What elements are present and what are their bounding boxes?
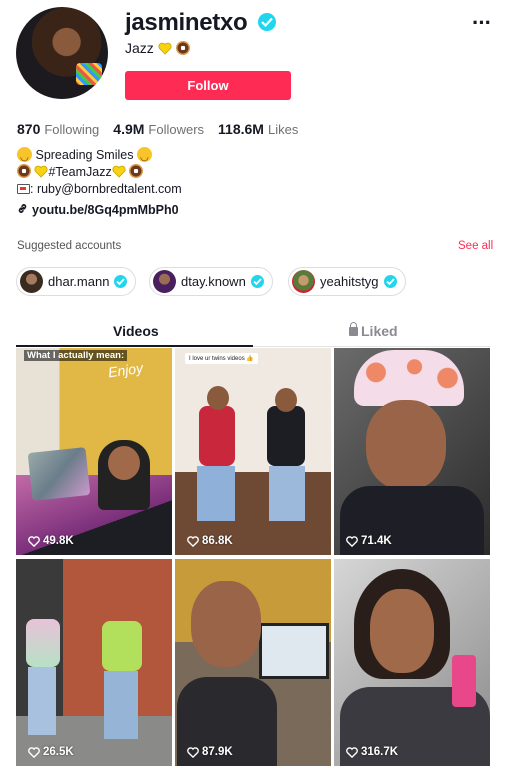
heart-outline-icon [187,535,199,547]
video-views: 26.5K [28,746,74,758]
video-caption: What I actually mean: [24,350,128,361]
link-icon [18,204,27,213]
likes-count: 118.6M [218,121,264,137]
video-thumbnail[interactable]: 26.5K [16,559,172,766]
profile-username: jasminetxo [125,9,248,36]
video-thumbnail[interactable]: 316.7K [334,559,490,766]
donut-icon [17,164,31,178]
followers-label: Followers [148,122,205,137]
following-label: Following [44,122,100,137]
profile-bio: Spreading Smiles #TeamJazz : ruby@bornbr… [17,147,182,198]
video-view-count: 316.7K [361,746,399,758]
bio-line-email: : ruby@bornbredtalent.com [17,181,182,198]
video-thumbnail[interactable]: 71.4K [334,348,490,555]
likes-stat: 118.6M Likes [218,121,298,137]
suggested-account-chip[interactable]: dhar.mann [16,267,137,296]
video-thumbnail[interactable]: I love ur twins videos 👍 86.8K [175,348,331,555]
verified-badge-icon [258,13,276,31]
bio-line-1-text: Spreading Smiles [35,148,134,162]
video-view-count: 86.8K [202,535,233,547]
video-view-count: 87.9K [202,746,233,758]
smile-icon [17,147,32,166]
video-views: 87.9K [187,746,233,758]
bio-line-1: Spreading Smiles [17,147,182,166]
more-options-icon[interactable]: ··· [472,10,492,36]
verified-badge-icon [250,275,264,288]
profile-tabs: Videos Liked [16,317,490,347]
verified-badge-icon [114,275,128,288]
profile-link-text: youtu.be/8Gq4pmMbPh0 [32,203,179,217]
donut-icon [175,41,190,55]
envelope-icon [17,184,30,194]
followers-stat[interactable]: 4.9M Followers [113,121,204,137]
bio-line-2: #TeamJazz [17,164,182,181]
heart-outline-icon [346,535,358,547]
yellow-heart-icon [112,165,126,178]
suggested-account-name: dtay.known [181,274,246,289]
likes-label: Likes [267,122,299,137]
yellow-heart-icon [158,42,172,55]
profile-link[interactable]: youtu.be/8Gq4pmMbPh0 [17,203,179,217]
active-tab-indicator [16,345,253,347]
video-views: 86.8K [187,535,233,547]
tab-liked-label: Liked [361,323,398,339]
smile-icon [136,147,152,166]
suggested-account-chip[interactable]: yeahitstyg [288,267,406,296]
suggested-avatar [292,270,315,293]
followers-count: 4.9M [113,121,145,137]
profile-avatar[interactable] [16,7,108,99]
suggested-avatar [153,270,176,293]
video-views: 316.7K [346,746,398,758]
nickname-text: Jazz [125,40,154,56]
suggested-account-name: yeahitstyg [320,274,379,289]
video-thumbnail[interactable]: What I actually mean: Enjoy 49.8K [16,348,172,555]
follow-button[interactable]: Follow [125,71,291,100]
suggested-accounts-title: Suggested accounts [17,240,122,252]
profile-stats: 870 Following 4.9M Followers 118.6M Likes [17,121,298,137]
heart-outline-icon [346,746,358,758]
bio-line-2-text: #TeamJazz [48,165,112,179]
tab-liked[interactable]: Liked [349,322,398,339]
profile-nickname: Jazz [125,40,190,56]
following-stat[interactable]: 870 Following [17,121,99,137]
suggested-avatar [20,270,43,293]
video-view-count: 71.4K [361,535,392,547]
lock-icon [349,322,358,336]
video-views: 71.4K [346,535,392,547]
video-thumbnail[interactable]: 87.9K [175,559,331,766]
video-view-count: 49.8K [43,535,74,547]
video-views: 49.8K [28,535,74,547]
following-count: 870 [17,121,41,137]
bio-email-text: : ruby@bornbredtalent.com [30,182,182,196]
heart-outline-icon [28,535,40,547]
donut-icon [129,164,144,178]
verified-badge-icon [383,275,397,288]
suggested-account-chip[interactable]: dtay.known [149,267,273,296]
heart-outline-icon [28,746,40,758]
tab-videos[interactable]: Videos [113,323,159,339]
video-view-count: 26.5K [43,746,74,758]
wall-sign-text: Enjoy [107,359,144,381]
yellow-heart-icon [34,165,48,178]
heart-outline-icon [187,746,199,758]
see-all-link[interactable]: See all [458,240,493,252]
suggested-account-name: dhar.mann [48,274,110,289]
video-comment-sticker: I love ur twins videos 👍 [185,353,258,364]
